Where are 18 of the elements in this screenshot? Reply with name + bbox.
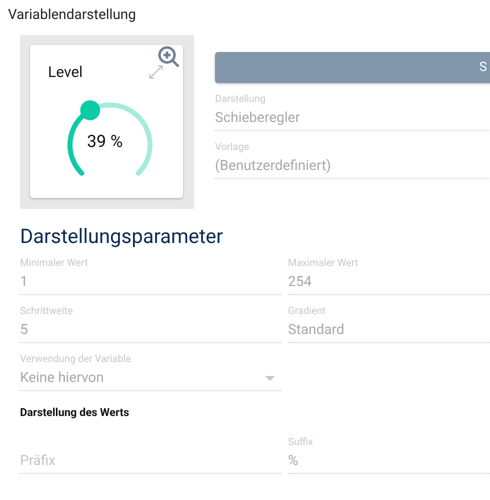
save-button[interactable]: S [215, 52, 490, 83]
input-field[interactable]: Präfix [20, 450, 281, 474]
input-field[interactable]: 1 [20, 271, 281, 295]
input-field[interactable]: % [288, 450, 490, 474]
subsection-title: Darstellung des Werts [20, 405, 130, 421]
section-title: Darstellungsparameter [20, 223, 224, 250]
page-title: Variablendarstellung [8, 6, 136, 25]
input-field[interactable]: 254 [288, 271, 490, 295]
input-field[interactable]: 5 [20, 319, 281, 343]
input-field[interactable]: (Benutzerdefiniert) [215, 155, 490, 179]
gauge-thumb[interactable] [80, 100, 100, 120]
expand-icon[interactable] [148, 64, 164, 80]
gauge-title: Level [48, 62, 83, 83]
select-field[interactable]: Keine hiervon [20, 367, 281, 391]
caret-icon [265, 376, 275, 381]
input-field[interactable]: Standard [288, 319, 490, 343]
gauge-reading: 39 % [87, 131, 123, 154]
input-field[interactable]: Schieberegler [215, 107, 490, 131]
